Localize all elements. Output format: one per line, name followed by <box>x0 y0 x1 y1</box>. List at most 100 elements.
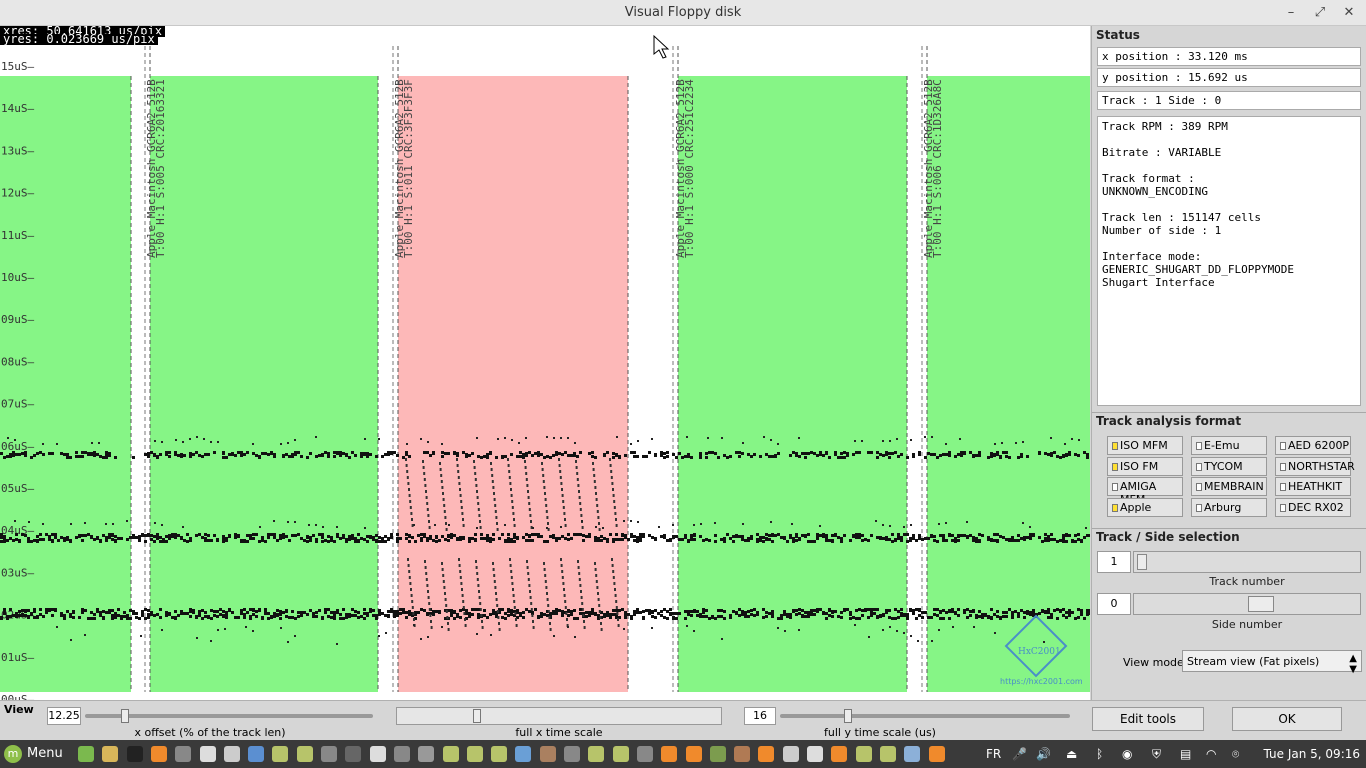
x-scale-slider[interactable] <box>396 707 722 725</box>
app-launcher-icon[interactable] <box>612 746 629 762</box>
app-launcher-icon[interactable] <box>78 746 94 762</box>
format-e-emu-checkbox[interactable]: E-Emu <box>1191 436 1267 455</box>
app-launcher-icon[interactable] <box>102 746 119 762</box>
slider-handle[interactable] <box>1248 596 1274 612</box>
edit-tools-button[interactable]: Edit tools <box>1092 707 1204 731</box>
app-launcher-icon[interactable] <box>564 746 580 762</box>
minimize-button[interactable]: – <box>1282 4 1300 22</box>
discord-icon[interactable]: ◉ <box>1122 746 1132 762</box>
y-scale-slider[interactable] <box>780 709 1070 723</box>
restore-button[interactable]: ⤢ <box>1311 4 1329 22</box>
app-launcher-icon[interactable] <box>126 746 143 762</box>
app-launcher-icon[interactable] <box>442 746 459 762</box>
app-launcher-icon[interactable] <box>296 746 313 762</box>
pulse-dot <box>900 536 903 539</box>
track-number-value[interactable]: 1 <box>1097 551 1131 573</box>
stream-view[interactable]: 15uS– 14uS– 13uS– 12uS– 11uS– 10uS– 09uS– 08uS–… <box>0 26 1090 700</box>
app-launcher-icon[interactable] <box>321 746 337 762</box>
wifi-icon[interactable]: ◠ <box>1206 746 1216 762</box>
pulse-dot <box>443 586 446 589</box>
pulse-dot <box>435 536 438 539</box>
ok-button[interactable]: OK <box>1232 707 1342 731</box>
app-launcher-icon[interactable] <box>782 746 799 762</box>
app-launcher-icon[interactable] <box>369 746 386 762</box>
app-launcher-icon[interactable] <box>491 746 508 762</box>
slider-handle[interactable] <box>1137 554 1147 570</box>
shield-icon[interactable]: ⛨ <box>1152 746 1161 762</box>
app-launcher-icon[interactable] <box>393 746 410 762</box>
app-launcher-icon[interactable] <box>928 746 945 762</box>
format-iso-mfm-checkbox[interactable]: ISO MFM <box>1107 436 1183 455</box>
pulse-dot <box>156 456 159 459</box>
keyboard-layout[interactable]: FR <box>986 746 1001 762</box>
y-scale-value[interactable]: 16 <box>744 707 776 725</box>
app-launcher-icon[interactable] <box>248 746 265 762</box>
format-iso-fm-checkbox[interactable]: ISO FM <box>1107 456 1183 476</box>
pulse-dot <box>478 596 481 599</box>
app-launcher-icon[interactable] <box>685 746 702 762</box>
format-membrain-checkbox[interactable]: MEMBRAIN <box>1191 477 1267 496</box>
slider-handle[interactable] <box>844 709 852 723</box>
stream-canvas[interactable]: 15uS–14uS–13uS–12uS–11uS–10uS–09uS–08uS–… <box>0 26 1090 700</box>
pulse-dot <box>894 617 897 620</box>
side-number-value[interactable]: 0 <box>1097 593 1131 615</box>
view-mode-select[interactable]: Stream view (Fat pixels) ▲ ▼ <box>1182 650 1362 675</box>
x-offset-slider[interactable] <box>85 709 373 723</box>
usb-icon[interactable]: ⏏ <box>1066 746 1077 762</box>
menu-button[interactable]: m Menu <box>4 744 63 764</box>
app-launcher-icon[interactable] <box>661 746 678 762</box>
location-icon[interactable]: ⌾ <box>1232 746 1239 762</box>
pulse-dot <box>357 533 360 536</box>
app-launcher-icon[interactable] <box>879 746 896 762</box>
x-offset-value[interactable]: 12.25 <box>47 707 81 725</box>
format-amiga-mfm-checkbox[interactable]: AMIGA MFM <box>1107 477 1183 506</box>
format-arburg-checkbox[interactable]: Arburg <box>1191 497 1267 517</box>
slider-handle[interactable] <box>121 709 129 723</box>
app-launcher-icon[interactable] <box>150 746 167 762</box>
format-dec-rx02-checkbox[interactable]: DEC RX02 <box>1275 497 1351 517</box>
pulse-dot <box>598 610 601 613</box>
pulse-dot <box>819 534 822 537</box>
pulse-dot <box>324 608 327 611</box>
format-tycom-checkbox[interactable]: TYCOM <box>1191 456 1267 476</box>
app-launcher-icon[interactable] <box>345 746 362 762</box>
close-button[interactable]: ✕ <box>1340 4 1358 22</box>
volume-icon[interactable]: 🔊 <box>1036 746 1051 762</box>
app-launcher-icon[interactable] <box>734 746 751 762</box>
app-launcher-icon[interactable] <box>807 746 823 762</box>
app-launcher-icon[interactable] <box>709 746 726 762</box>
microphone-icon[interactable]: 🎤 <box>1012 746 1027 762</box>
app-launcher-icon[interactable] <box>466 746 483 762</box>
app-launcher-icon[interactable] <box>831 746 848 762</box>
app-launcher-icon[interactable] <box>588 746 605 762</box>
app-launcher-icon[interactable] <box>904 746 921 762</box>
app-launcher-icon[interactable] <box>223 746 240 762</box>
pulse-dot <box>945 522 947 524</box>
clock[interactable]: Tue Jan 5, 09:16 <box>1264 746 1360 762</box>
app-launcher-icon[interactable] <box>418 746 435 762</box>
app-launcher-icon[interactable] <box>855 746 872 762</box>
app-launcher-icon[interactable] <box>539 746 556 762</box>
pulse-dot <box>321 454 324 457</box>
pulse-dot <box>594 562 596 565</box>
clipboard-icon[interactable]: ▤ <box>1180 746 1191 762</box>
format-northstar-checkbox[interactable]: NORTHSTAR <box>1275 456 1355 476</box>
app-launcher-icon[interactable] <box>758 746 775 762</box>
format-aed-6200p-checkbox[interactable]: AED 6200P <box>1275 436 1351 455</box>
bluetooth-icon[interactable]: ᛒ <box>1096 746 1103 762</box>
app-launcher-icon[interactable] <box>515 746 532 762</box>
track-number-slider[interactable] <box>1133 551 1361 573</box>
app-launcher-icon[interactable] <box>199 746 216 762</box>
app-launcher-icon[interactable] <box>636 746 653 762</box>
app-launcher-icon[interactable] <box>272 746 289 762</box>
pulse-dot <box>410 588 412 591</box>
pulse-dot <box>753 608 756 611</box>
pulse-dot <box>1047 616 1050 619</box>
slider-handle[interactable] <box>473 709 481 723</box>
side-number-slider[interactable] <box>1133 593 1361 615</box>
app-launcher-icon[interactable] <box>175 746 192 762</box>
format-apple-checkbox[interactable]: Apple <box>1107 497 1183 517</box>
pulse-dot <box>48 538 51 541</box>
format-heathkit-checkbox[interactable]: HEATHKIT <box>1275 477 1351 496</box>
pulse-dot <box>702 539 705 542</box>
